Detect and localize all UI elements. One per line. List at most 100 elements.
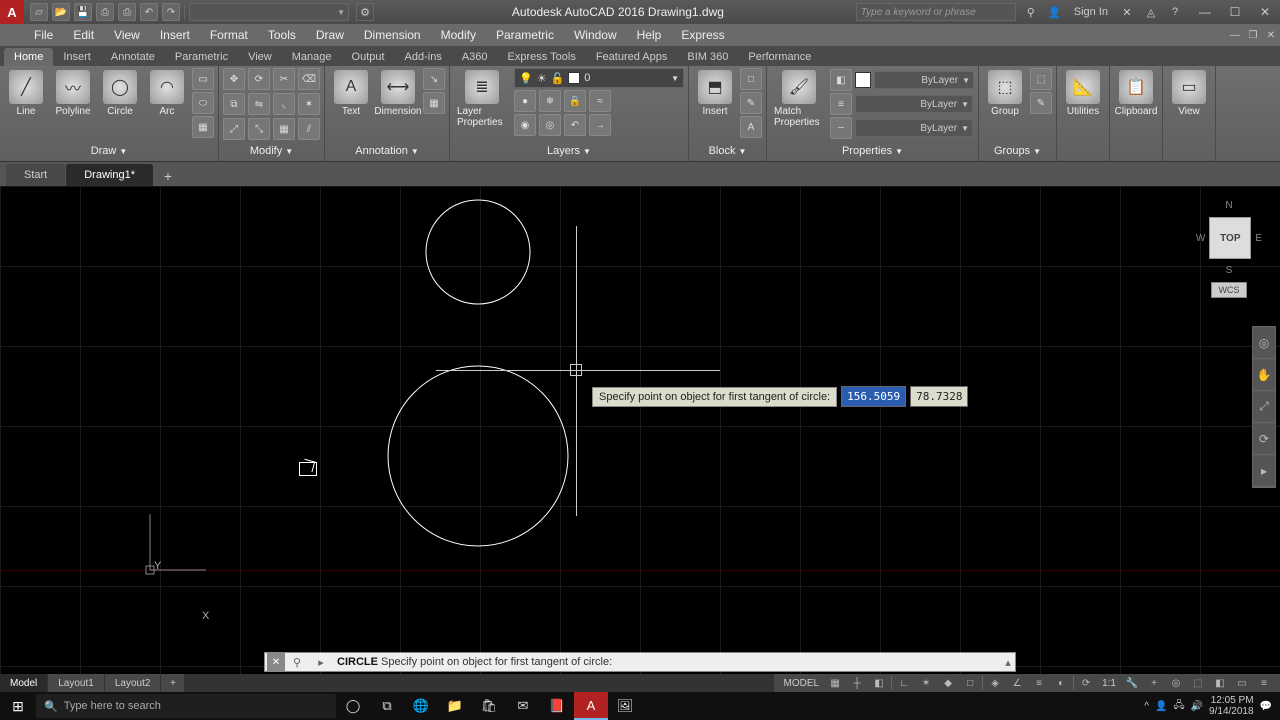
text-button[interactable]: AText (329, 68, 373, 119)
status-model[interactable]: MODEL (780, 678, 824, 689)
layer-match-icon[interactable]: ≈ (589, 90, 611, 112)
layout-layout2[interactable]: Layout2 (105, 674, 162, 692)
color-dropdown[interactable]: ByLayer ▼ (874, 71, 974, 89)
a360-icon[interactable]: ◬ (1142, 3, 1160, 21)
menu-file[interactable]: File (24, 24, 63, 46)
menu-express[interactable]: Express (671, 24, 734, 46)
new-icon[interactable]: ▱ (30, 3, 48, 21)
tab-parametric[interactable]: Parametric (165, 48, 238, 66)
polyline-button[interactable]: 〰Polyline (51, 68, 95, 119)
open-icon[interactable]: 📂 (52, 3, 70, 21)
menu-tools[interactable]: Tools (258, 24, 306, 46)
insert-button[interactable]: ⬒Insert (693, 68, 737, 119)
infer-icon[interactable]: ◧ (869, 675, 889, 691)
menu-edit[interactable]: Edit (63, 24, 104, 46)
layer-lock-icon[interactable]: 🔒 (564, 90, 586, 112)
menu-view[interactable]: View (104, 24, 150, 46)
mirror-icon[interactable]: ⇋ (248, 93, 270, 115)
isodraft-icon[interactable]: ◆ (938, 675, 958, 691)
showmotion-icon[interactable]: ▸ (1253, 455, 1275, 487)
cmdline-close-icon[interactable]: ✕ (267, 653, 285, 671)
menu-modify[interactable]: Modify (431, 24, 486, 46)
layer-walk-icon[interactable]: → (589, 114, 611, 136)
trim-icon[interactable]: ✂ (273, 68, 295, 90)
tray-network-icon[interactable]: 🖧 (1173, 698, 1184, 715)
rotate-icon[interactable]: ⟳ (248, 68, 270, 90)
store-icon[interactable]: 🛍 (472, 692, 506, 720)
orbit-icon[interactable]: ⟳ (1253, 423, 1275, 455)
doc-minimize[interactable]: — (1226, 26, 1244, 44)
photos-icon[interactable]: 🖼 (608, 692, 642, 720)
menu-dimension[interactable]: Dimension (354, 24, 431, 46)
create-block-icon[interactable]: □ (740, 68, 762, 90)
copy-icon[interactable]: ⧉ (223, 93, 245, 115)
otrack-icon[interactable]: ∠ (1007, 675, 1027, 691)
layer-uniso-icon[interactable]: ◎ (539, 114, 561, 136)
tab-bim360[interactable]: BIM 360 (677, 48, 738, 66)
circle-small[interactable] (426, 200, 530, 304)
layer-iso-icon[interactable]: ◉ (514, 114, 536, 136)
saveas-icon[interactable]: ⎙ (96, 3, 114, 21)
cmdline-recent-icon[interactable]: ⚲ (288, 653, 306, 671)
menu-insert[interactable]: Insert (150, 24, 200, 46)
offset-icon[interactable]: ⫽ (298, 118, 320, 140)
tab-addins[interactable]: Add-ins (395, 48, 452, 66)
wcs-badge[interactable]: WCS (1211, 282, 1247, 298)
steering-wheel-icon[interactable]: ◎ (1253, 327, 1275, 359)
gear-icon[interactable]: ⚙ (356, 3, 374, 21)
taskview-icon[interactable]: ⧉ (370, 692, 404, 720)
lineweight-icon[interactable]: ≡ (830, 93, 852, 115)
isolate-icon[interactable]: ◧ (1210, 675, 1230, 691)
tab-view[interactable]: View (238, 48, 282, 66)
tab-annotate[interactable]: Annotate (101, 48, 165, 66)
autocad-taskbar-icon[interactable]: A (574, 692, 608, 720)
app-logo[interactable]: A (0, 0, 24, 24)
status-scale[interactable]: 1:1 (1098, 678, 1120, 689)
scale-icon[interactable]: ⤡ (248, 118, 270, 140)
grid-icon[interactable]: ▦ (825, 675, 845, 691)
add-layout-button[interactable]: + (161, 674, 185, 692)
polar-icon[interactable]: ✶ (916, 675, 936, 691)
3dosnap-icon[interactable]: ◈ (985, 675, 1005, 691)
layer-off-icon[interactable]: ● (514, 90, 536, 112)
ungroup-icon[interactable]: ⬚ (1030, 68, 1052, 90)
redo-icon[interactable]: ↷ (162, 3, 180, 21)
tab-start[interactable]: Start (6, 164, 65, 186)
command-line[interactable]: ✕ ⚲ ▸ CIRCLE Specify point on object for… (264, 652, 1016, 672)
undo-icon[interactable]: ↶ (140, 3, 158, 21)
tab-a360[interactable]: A360 (452, 48, 498, 66)
tray-people-icon[interactable]: 👤 (1155, 701, 1167, 712)
doc-close[interactable]: ✕ (1262, 26, 1280, 44)
zoom-extents-icon[interactable]: ⤢ (1253, 391, 1275, 423)
workspace-dropdown[interactable]: ▼ (189, 3, 349, 21)
infocenter-icon[interactable]: ⚲ (1022, 3, 1040, 21)
help-icon[interactable]: ? (1166, 3, 1184, 21)
dimension-button[interactable]: ⟷Dimension (376, 68, 420, 119)
lineweight-toggle-icon[interactable]: ≡ (1029, 675, 1049, 691)
signin-link[interactable]: Sign In (1070, 6, 1112, 18)
tab-output[interactable]: Output (342, 48, 395, 66)
cmdline-history-icon[interactable]: ▴ (1001, 656, 1015, 669)
match-properties-button[interactable]: 🖌Match Properties (771, 68, 827, 130)
transparency-icon[interactable]: ◐ (1051, 675, 1071, 691)
signin-icon[interactable]: 👤 (1046, 3, 1064, 21)
annomon-icon[interactable]: ◎ (1166, 675, 1186, 691)
erase-icon[interactable]: ⌫ (298, 68, 320, 90)
maximize-button[interactable]: ☐ (1220, 0, 1250, 24)
group-edit-icon[interactable]: ✎ (1030, 92, 1052, 114)
linetype-dropdown[interactable]: ByLayer ▼ (855, 119, 973, 137)
circle-large[interactable] (388, 366, 568, 546)
hardware-icon[interactable]: ⬚ (1188, 675, 1208, 691)
circle-button[interactable]: ◯Circle (98, 68, 142, 119)
array-icon[interactable]: ▦ (273, 118, 295, 140)
view-button[interactable]: ▭View (1167, 68, 1211, 119)
ellipse-icon[interactable]: ⬭ (192, 92, 214, 114)
linetype-icon[interactable]: ┄ (830, 117, 852, 139)
lineweight-dropdown[interactable]: ByLayer ▼ (855, 95, 973, 113)
tray-up-icon[interactable]: ^ (1144, 701, 1149, 712)
tray-notifications-icon[interactable]: 💬 (1260, 701, 1272, 712)
fillet-icon[interactable]: ◟ (273, 93, 295, 115)
customize-icon[interactable]: ≡ (1254, 675, 1274, 691)
drawing-area[interactable]: Y X Specify point on object for first ta… (0, 186, 1280, 674)
layer-properties-button[interactable]: ≣Layer Properties (454, 68, 510, 136)
